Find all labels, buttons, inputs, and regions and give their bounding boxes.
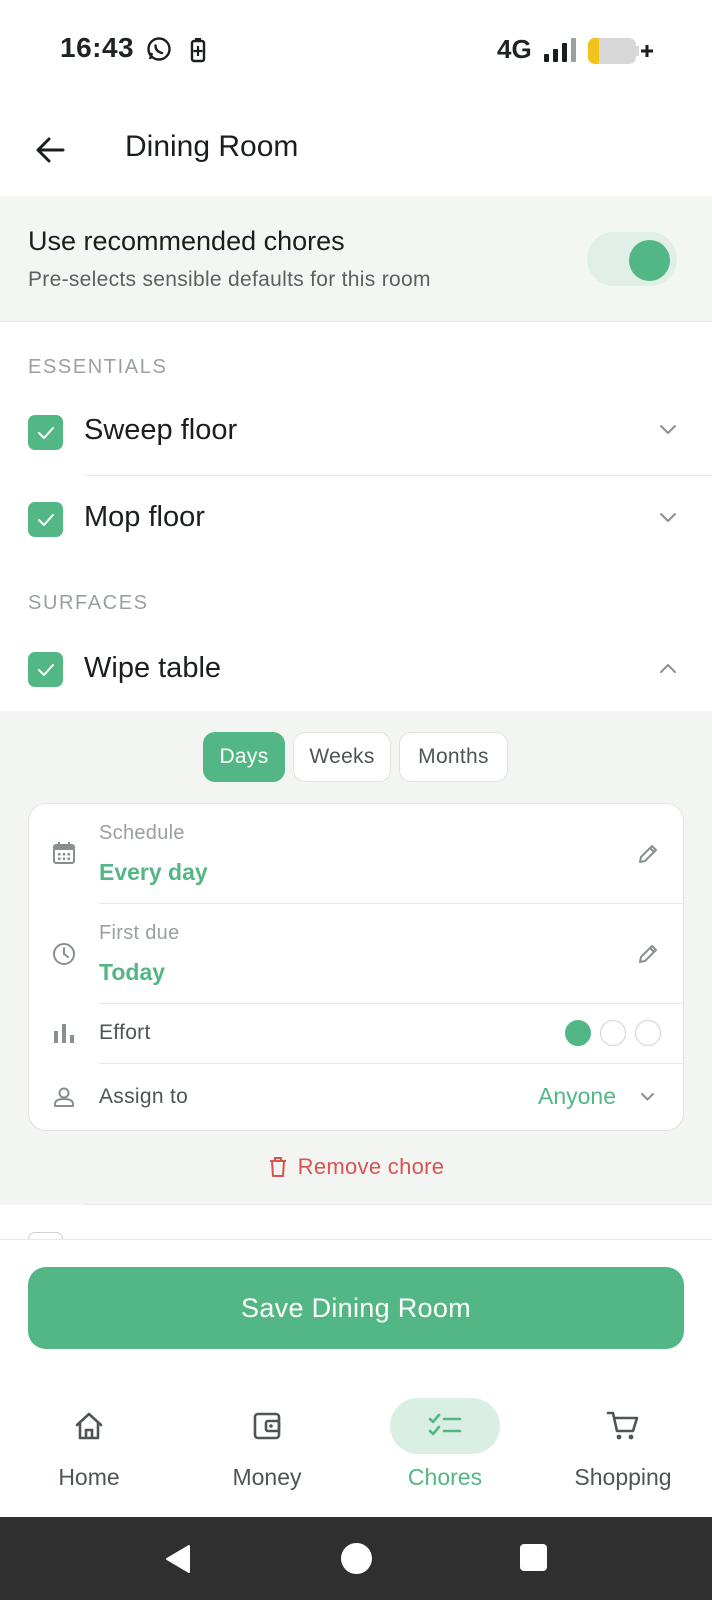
chevron-up-icon[interactable] [659, 662, 677, 674]
cart-icon [606, 1411, 639, 1440]
back-button[interactable] [28, 128, 72, 172]
nav-money[interactable]: Money [182, 1398, 352, 1491]
save-button[interactable]: Save Dining Room [28, 1267, 684, 1349]
chore-checkbox-sweep-floor[interactable] [28, 415, 63, 450]
nav-home[interactable]: Home [4, 1398, 174, 1491]
chore-checkbox-mop-floor[interactable] [28, 502, 63, 537]
status-time: 16:43 [60, 32, 135, 63]
person-icon [53, 1086, 75, 1108]
chevron-down-icon[interactable] [640, 1092, 655, 1102]
nav-shopping-icon-wrap [568, 1398, 678, 1454]
effort-dot-2[interactable] [600, 1020, 626, 1046]
edit-first-due-icon[interactable] [636, 942, 660, 966]
schedule-value[interactable]: Every day [99, 859, 208, 886]
nav-money-label: Money [232, 1464, 302, 1490]
edit-schedule-icon[interactable] [636, 842, 660, 866]
check-icon [37, 663, 54, 676]
effort-label: Effort [99, 1021, 151, 1044]
nav-money-icon-wrap [212, 1398, 322, 1454]
check-icon [37, 426, 54, 439]
nav-chores-label: Chores [407, 1464, 483, 1490]
recommended-title: Use recommended chores [28, 226, 345, 256]
schedule-label: Schedule [99, 822, 185, 844]
chore-label-wipe-table[interactable]: Wipe table [84, 652, 221, 685]
tab-days[interactable]: Days [203, 732, 285, 782]
nav-chores[interactable]: Chores [360, 1398, 530, 1491]
system-recents-icon[interactable] [520, 1544, 547, 1571]
chevron-down-icon[interactable] [659, 424, 677, 436]
nav-shopping[interactable]: Shopping [538, 1398, 708, 1491]
recommended-subtitle: Pre-selects sensible defaults for this r… [28, 268, 431, 291]
chore-label-mop-floor[interactable]: Mop floor [84, 501, 205, 534]
calendar-icon [52, 841, 76, 865]
checklist-icon [428, 1413, 462, 1436]
home-icon [75, 1412, 103, 1440]
toggle-knob [629, 240, 670, 281]
system-home-icon[interactable] [341, 1543, 372, 1574]
network-type: 4G [497, 34, 532, 64]
page-title: Dining Room [125, 130, 299, 163]
nav-chores-icon-wrap [390, 1398, 500, 1454]
battery-icon [588, 37, 654, 65]
chore-label-sweep-floor[interactable]: Sweep floor [84, 414, 237, 447]
divider [84, 1204, 712, 1205]
remove-chore-button[interactable]: Remove chore [0, 1154, 712, 1180]
system-back-icon[interactable] [163, 1543, 193, 1575]
chevron-down-icon[interactable] [659, 512, 677, 524]
section-title-surfaces: SURFACES [28, 592, 149, 614]
clock-icon [52, 942, 76, 966]
chore-checkbox-wipe-table[interactable] [28, 652, 63, 687]
nav-home-icon-wrap [34, 1398, 144, 1454]
effort-dot-3[interactable] [635, 1020, 661, 1046]
divider [99, 1063, 683, 1064]
check-icon [37, 513, 54, 526]
trash-icon [269, 1157, 286, 1177]
first-due-value[interactable]: Today [99, 959, 165, 986]
first-due-label: First due [99, 922, 180, 944]
nav-home-label: Home [58, 1464, 120, 1490]
tab-months[interactable]: Months [399, 732, 508, 782]
effort-dot-1[interactable] [565, 1020, 591, 1046]
divider [84, 475, 712, 476]
signal-icon [544, 38, 578, 62]
section-title-essentials: ESSENTIALS [28, 356, 168, 378]
divider [99, 903, 683, 904]
assign-dropdown[interactable]: Anyone [538, 1083, 616, 1110]
whatsapp-icon [146, 36, 172, 62]
divider [99, 1003, 683, 1004]
wallet-icon [253, 1412, 281, 1440]
nav-shopping-label: Shopping [574, 1464, 672, 1490]
tab-weeks[interactable]: Weeks [293, 732, 391, 782]
battery-saver-icon [190, 37, 206, 63]
remove-chore-label: Remove chore [297, 1154, 445, 1179]
assign-label: Assign to [99, 1085, 189, 1108]
bar-chart-icon [53, 1023, 75, 1043]
arrow-left-icon [36, 137, 65, 163]
